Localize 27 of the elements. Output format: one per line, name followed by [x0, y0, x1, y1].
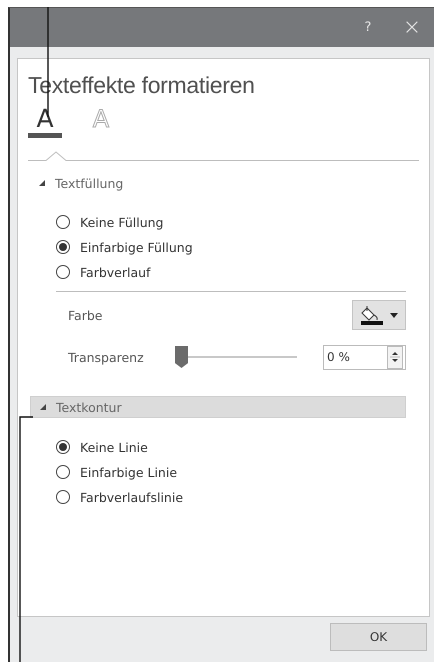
section-title[interactable]: Textkontur: [56, 400, 122, 414]
option-label: Einfarbige Linie: [80, 464, 178, 480]
input-field[interactable]: 0 %: [323, 344, 406, 370]
radio-button[interactable]: [56, 240, 70, 254]
text-fill-tab[interactable]: A: [28, 105, 62, 138]
color-button[interactable]: [352, 300, 406, 330]
spin-arrows-icon: [390, 349, 400, 365]
option-label: Farbverlaufslinie: [80, 490, 184, 504]
slider-thumb[interactable]: [175, 346, 188, 368]
spin-buttons[interactable]: [387, 346, 403, 368]
radio-button[interactable]: [56, 465, 70, 479]
radio-button[interactable]: [56, 440, 70, 454]
radio-button[interactable]: [56, 490, 70, 504]
section-title[interactable]: Textfüllung: [55, 176, 124, 190]
option-label: Farbverlauf: [80, 264, 150, 280]
caret-icon: [390, 312, 398, 318]
option-label: Keine Füllung: [80, 214, 164, 230]
paint-bucket-icon: [360, 305, 382, 325]
option-label: Keine Linie: [80, 440, 148, 454]
help-button[interactable]: ?: [358, 20, 378, 35]
ok-button[interactable]: OK: [330, 623, 427, 651]
option-label: Einfarbige Füllung: [80, 240, 193, 254]
close-button[interactable]: ×: [400, 15, 424, 40]
radio-button[interactable]: [56, 215, 70, 229]
setting-label: Farbe: [68, 308, 104, 322]
radio-button[interactable]: [56, 265, 70, 279]
setting-label: Transparenz: [68, 350, 145, 364]
